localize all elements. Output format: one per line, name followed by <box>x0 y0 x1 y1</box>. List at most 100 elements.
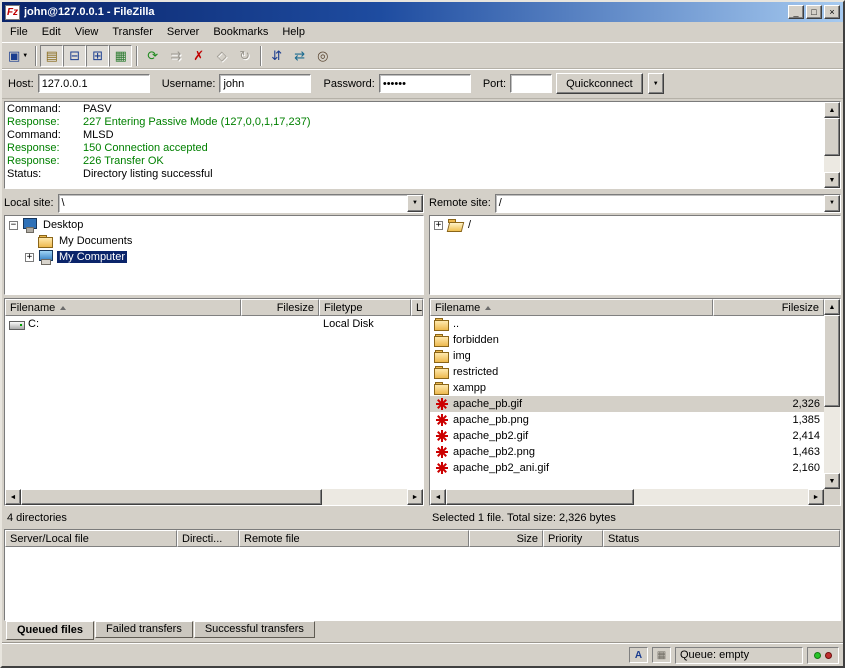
find-files-button[interactable]: ◎ <box>311 45 334 67</box>
message-log-toggle-button[interactable]: ▤ <box>40 45 63 67</box>
file-row-xampp[interactable]: xampp <box>430 380 824 396</box>
column-header-filename[interactable]: Filename <box>430 299 713 316</box>
local-hscrollbar-thumb[interactable] <box>21 489 322 505</box>
file-row-forbidden[interactable]: forbidden <box>430 332 824 348</box>
scroll-right-button[interactable]: ► <box>808 489 824 505</box>
file-row-restricted[interactable]: restricted <box>430 364 824 380</box>
cancel-button[interactable]: ✗ <box>187 45 210 67</box>
collapse-icon[interactable]: − <box>9 221 18 230</box>
scroll-left-button[interactable]: ◄ <box>430 489 446 505</box>
menu-item-file[interactable]: File <box>3 24 35 41</box>
menu-item-transfer[interactable]: Transfer <box>105 24 160 41</box>
queue-status-panel: Queue: empty <box>675 647 803 664</box>
column-header-priority[interactable]: Priority <box>543 530 603 547</box>
remote-site-combo[interactable]: / ▼ <box>495 194 841 213</box>
scroll-up-button[interactable]: ▲ <box>824 299 840 315</box>
tree-item-desktop[interactable]: −Desktop <box>6 217 422 233</box>
log-scrollbar[interactable]: ▲ ▼ <box>824 102 840 188</box>
column-header-filetype[interactable]: Filetype <box>319 299 411 316</box>
local-site-combo[interactable]: \ ▼ <box>58 194 424 213</box>
remote-site-dropdown-button[interactable]: ▼ <box>824 195 840 212</box>
tab-failed-transfers[interactable]: Failed transfers <box>95 621 193 638</box>
reconnect-button[interactable]: ↻ <box>233 45 256 67</box>
tab-queued-files[interactable]: Queued files <box>6 621 94 640</box>
log-scrollbar-track[interactable] <box>824 118 840 172</box>
tab-successful-transfers[interactable]: Successful transfers <box>194 621 315 638</box>
close-button[interactable]: × <box>824 5 840 19</box>
quickconnect-button[interactable]: Quickconnect <box>556 73 643 94</box>
remote-vscrollbar-track[interactable] <box>824 315 840 473</box>
titlebar[interactable]: Fz john@127.0.0.1 - FileZilla _ □ × <box>2 2 843 22</box>
file-name: img <box>453 350 471 362</box>
log-line-message: Directory listing successful <box>83 168 213 181</box>
file-row-apache-pb-gif[interactable]: apache_pb.gif2,326 <box>430 396 824 412</box>
username-input[interactable] <box>219 74 311 93</box>
file-name: apache_pb.png <box>453 414 529 426</box>
expand-icon[interactable]: + <box>434 221 443 230</box>
remote-tree-toggle-button[interactable]: ⊞ <box>86 45 109 67</box>
local-hscrollbar-track[interactable] <box>21 489 407 505</box>
file-row-c[interactable]: C:Local Disk <box>5 316 423 332</box>
tree-item-my-computer[interactable]: +My Computer <box>6 249 422 265</box>
scroll-down-button[interactable]: ▼ <box>824 172 840 188</box>
scroll-up-button[interactable]: ▲ <box>824 102 840 118</box>
disconnect-icon: ◇ <box>217 49 227 62</box>
file-name-cell: apache_pb.gif <box>430 396 713 412</box>
file-row-apache-pb2-gif[interactable]: apache_pb2.gif2,414 <box>430 428 824 444</box>
file-name: apache_pb2_ani.gif <box>453 462 549 474</box>
menu-bar: FileEditViewTransferServerBookmarksHelp <box>2 22 843 42</box>
column-header-size[interactable]: Size <box>469 530 543 547</box>
remote-vscrollbar-thumb[interactable] <box>824 315 840 407</box>
column-header-filesize[interactable]: Filesize <box>241 299 319 316</box>
minimize-button[interactable]: _ <box>788 5 804 19</box>
refresh-button[interactable]: ⟳ <box>141 45 164 67</box>
local-hscrollbar[interactable]: ◄ ► <box>5 489 423 505</box>
local-tree-toggle-button[interactable]: ⊟ <box>63 45 86 67</box>
menu-item-view[interactable]: View <box>68 24 106 41</box>
column-header-status[interactable]: Status <box>603 530 840 547</box>
menu-item-help[interactable]: Help <box>275 24 312 41</box>
menu-item-edit[interactable]: Edit <box>35 24 68 41</box>
log-scrollbar-thumb[interactable] <box>824 118 840 156</box>
remote-hscrollbar[interactable]: ◄ ► <box>430 489 824 505</box>
remote-vscrollbar[interactable]: ▲ ▼ <box>824 299 840 489</box>
column-header-directi[interactable]: Directi... <box>177 530 239 547</box>
menu-item-server[interactable]: Server <box>160 24 206 41</box>
column-header-server-local-file[interactable]: Server/Local file <box>5 530 177 547</box>
remote-hscrollbar-thumb[interactable] <box>446 489 634 505</box>
quickconnect-dropdown-button[interactable]: ▼ <box>648 73 664 94</box>
file-row-img[interactable]: img <box>430 348 824 364</box>
remote-site-row: Remote site: / ▼ <box>429 192 841 214</box>
transfer-queue-toggle-button[interactable]: ▦ <box>109 45 132 67</box>
port-input[interactable] <box>510 74 552 93</box>
column-header-l[interactable]: L <box>411 299 423 316</box>
expand-icon[interactable]: + <box>25 253 34 262</box>
file-row-apache-pb2-ani-gif[interactable]: apache_pb2_ani.gif2,160 <box>430 460 824 476</box>
column-header-filename[interactable]: Filename <box>5 299 241 316</box>
tree-item-my-documents[interactable]: My Documents <box>6 233 422 249</box>
file-row-apache-pb2-png[interactable]: apache_pb2.png1,463 <box>430 444 824 460</box>
synchronized-browsing-button[interactable]: ⇄ <box>288 45 311 67</box>
file-name: apache_pb2.png <box>453 446 535 458</box>
file-cell <box>713 316 824 332</box>
chevron-down-icon: ▼ <box>829 200 835 206</box>
host-input[interactable] <box>38 74 150 93</box>
scroll-down-button[interactable]: ▼ <box>824 473 840 489</box>
column-header-remote-file[interactable]: Remote file <box>239 530 469 547</box>
maximize-button[interactable]: □ <box>806 5 822 19</box>
scroll-left-button[interactable]: ◄ <box>5 489 21 505</box>
password-input[interactable] <box>379 74 471 93</box>
disconnect-button[interactable]: ◇ <box>210 45 233 67</box>
site-manager-button[interactable]: ▣▼ <box>5 45 31 67</box>
file-row-item[interactable]: .. <box>430 316 824 332</box>
scroll-right-button[interactable]: ► <box>407 489 423 505</box>
tree-item-item[interactable]: +/ <box>431 217 839 233</box>
remote-hscrollbar-track[interactable] <box>446 489 808 505</box>
directory-compare-button[interactable]: ⇵ <box>265 45 288 67</box>
file-row-apache-pb-png[interactable]: apache_pb.png1,385 <box>430 412 824 428</box>
find-files-icon: ◎ <box>317 49 328 62</box>
process-queue-button[interactable]: ⇉ <box>164 45 187 67</box>
local-site-dropdown-button[interactable]: ▼ <box>407 195 423 212</box>
column-header-filesize[interactable]: Filesize <box>713 299 824 316</box>
menu-item-bookmarks[interactable]: Bookmarks <box>206 24 275 41</box>
